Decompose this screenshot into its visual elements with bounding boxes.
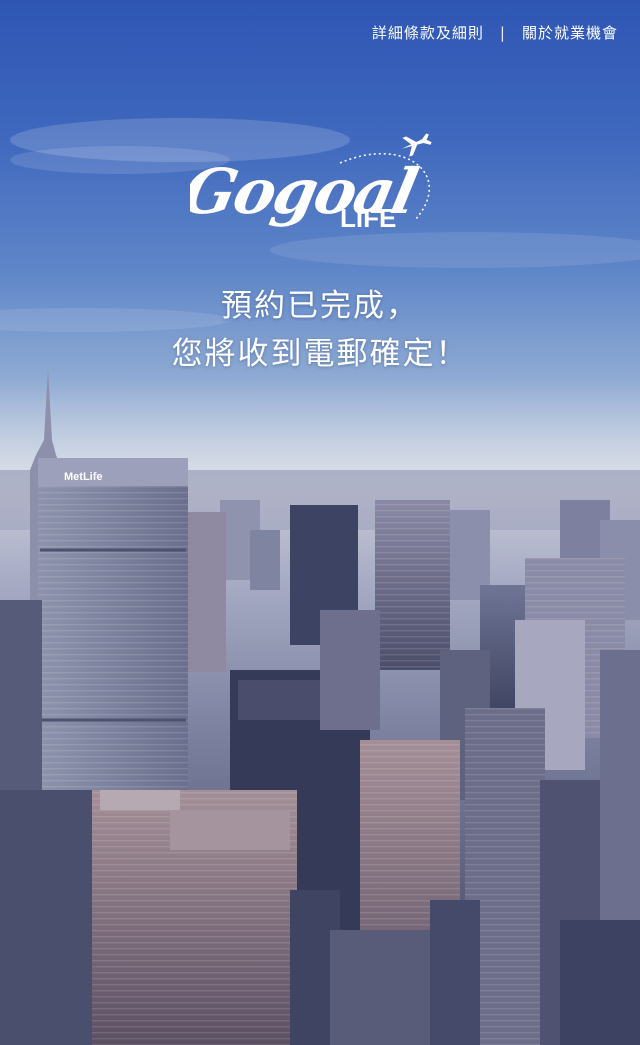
top-nav: 詳細條款及細則 | 關於就業機會 xyxy=(372,22,618,43)
confirmation-line-2: 您將收到電郵確定！ xyxy=(171,336,469,372)
confirmation-line-1: 預約已完成， xyxy=(221,288,419,324)
nav-separator: | xyxy=(499,23,506,42)
gogoal-life-logo[interactable]: Gogoal LIFE xyxy=(176,125,450,255)
careers-link[interactable]: 關於就業機會 xyxy=(522,22,618,43)
confirmation-message: 預約已完成， 您將收到電郵確定！ xyxy=(0,282,640,378)
logo-graphic: Gogoal LIFE xyxy=(176,133,432,233)
svg-text:MetLife: MetLife xyxy=(64,471,103,483)
logo-life-text: LIFE xyxy=(340,203,396,233)
terms-link[interactable]: 詳細條款及細則 xyxy=(372,22,484,43)
